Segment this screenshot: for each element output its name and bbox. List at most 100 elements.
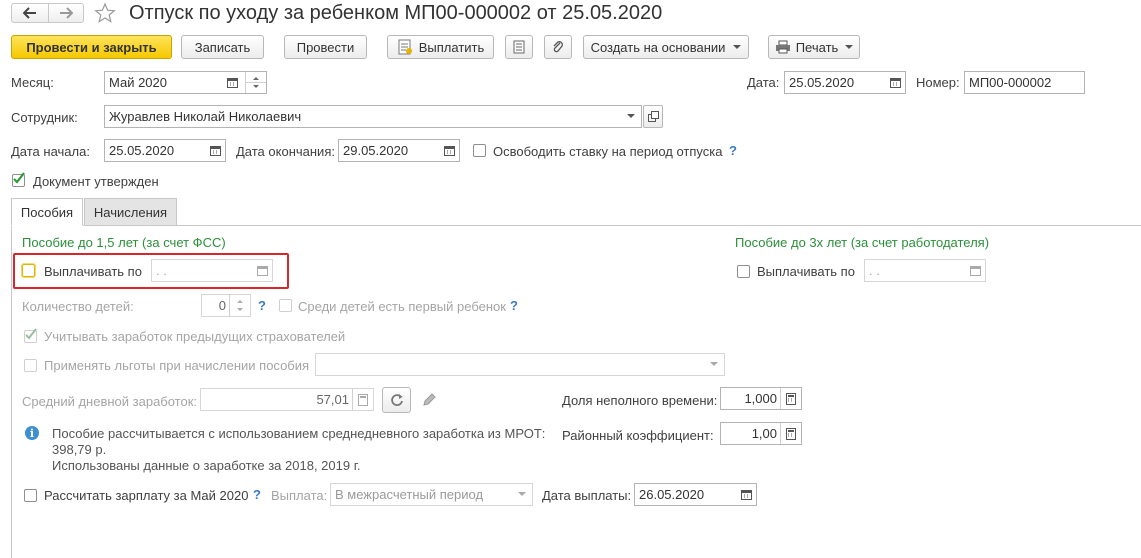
- report-button[interactable]: [505, 35, 533, 59]
- pay-until-checkbox[interactable]: [21, 263, 36, 278]
- pay-date-field[interactable]: 26.05.2020: [634, 483, 757, 506]
- employee-dropdown-button[interactable]: [621, 106, 641, 127]
- first-child-checkbox[interactable]: [279, 299, 292, 312]
- approved-label: Документ утвержден: [33, 174, 159, 189]
- month-field[interactable]: Май 2020: [104, 71, 267, 94]
- apply-benefits-label: Применять льготы при начислении пособия: [44, 358, 310, 373]
- print-button[interactable]: Печать: [768, 35, 860, 59]
- payout-value: В межрасчетный период: [335, 487, 484, 502]
- calendar-button[interactable]: [439, 140, 459, 161]
- pay-until-date-field[interactable]: . .: [151, 259, 273, 282]
- open-employee-button[interactable]: [643, 105, 663, 128]
- calculator-icon: [786, 427, 796, 440]
- calendar-icon: [226, 78, 238, 88]
- edit-pencil-button[interactable]: [421, 392, 437, 408]
- chevron-down-icon: [733, 45, 742, 49]
- apply-benefits-checkbox[interactable]: [24, 359, 37, 372]
- approved-checkbox[interactable]: [12, 172, 25, 187]
- employer-pay-until-date-field[interactable]: . .: [864, 259, 986, 282]
- pencil-icon: [423, 393, 436, 406]
- first-child-help-icon[interactable]: ?: [510, 298, 518, 313]
- part-time-field[interactable]: 1,000: [720, 387, 802, 410]
- number-value: МП00-000002: [969, 75, 1052, 90]
- avg-daily-earnings-label: Средний дневной заработок:: [22, 394, 198, 409]
- calendar-button[interactable]: [965, 260, 985, 281]
- info-text-line-2: 398,79 р.: [52, 442, 107, 457]
- previous-insurers-checkbox[interactable]: [24, 328, 37, 343]
- info-icon: i: [25, 426, 39, 440]
- calendar-button[interactable]: [222, 72, 242, 93]
- regional-coefficient-label: Районный коэффициент:: [562, 428, 714, 443]
- calendar-button[interactable]: [205, 140, 225, 161]
- forward-button[interactable]: [48, 3, 84, 23]
- calculator-button[interactable]: [780, 423, 801, 444]
- calendar-button[interactable]: [252, 260, 272, 281]
- number-label: Номер:: [916, 75, 960, 90]
- calc-salary-help-icon[interactable]: ?: [253, 487, 261, 502]
- tab-content-left-border: [11, 226, 12, 558]
- pay-button[interactable]: Выплатить: [387, 35, 494, 59]
- window-title: Отпуск по уходу за ребенком МП00-000002 …: [129, 2, 663, 24]
- checkmark-icon: [25, 328, 37, 340]
- checkmark-icon: [13, 172, 25, 184]
- regional-coefficient-field[interactable]: 1,00: [720, 422, 802, 445]
- calendar-button[interactable]: [736, 484, 756, 505]
- dropdown-button[interactable]: [512, 484, 532, 505]
- month-stepper[interactable]: [245, 72, 266, 93]
- tab-accruals[interactable]: Начисления: [84, 198, 177, 225]
- chevron-down-icon: [710, 362, 718, 366]
- attach-button[interactable]: [544, 35, 572, 59]
- dropdown-button[interactable]: [704, 354, 724, 375]
- calc-salary-checkbox[interactable]: [24, 489, 37, 502]
- release-rate-help-icon[interactable]: ?: [729, 143, 737, 158]
- employee-field[interactable]: Журавлев Николай Николаевич: [104, 105, 642, 128]
- release-rate-checkbox[interactable]: [473, 144, 486, 157]
- start-date-field[interactable]: 25.05.2020: [104, 139, 226, 162]
- children-count-field[interactable]: 0: [201, 294, 251, 317]
- stepper-icon: [237, 300, 243, 311]
- refresh-icon: [390, 394, 403, 406]
- calendar-button[interactable]: [885, 72, 905, 93]
- calendar-icon: [443, 146, 455, 156]
- printer-icon: [775, 40, 790, 54]
- avg-daily-earnings-field[interactable]: 57,01: [200, 388, 374, 411]
- apply-benefits-select[interactable]: [315, 353, 725, 376]
- employer-pay-until-date-value: . .: [869, 263, 880, 278]
- back-button[interactable]: [11, 3, 49, 23]
- create-based-on-button[interactable]: Создать на основании: [583, 35, 749, 59]
- post-and-close-button[interactable]: Провести и закрыть: [11, 35, 172, 59]
- end-date-field[interactable]: 29.05.2020: [338, 139, 460, 162]
- refresh-button[interactable]: [382, 387, 411, 413]
- calc-salary-label: Рассчитать зарплату за Май 2020: [44, 488, 249, 503]
- calendar-icon: [969, 266, 981, 276]
- calculator-button[interactable]: [352, 389, 373, 410]
- children-count-stepper[interactable]: [229, 295, 250, 316]
- date-field[interactable]: 25.05.2020: [784, 71, 906, 94]
- employer-pay-until-checkbox[interactable]: [737, 265, 750, 278]
- post-button[interactable]: Провести: [284, 35, 367, 59]
- calculator-icon: [786, 392, 796, 405]
- pay-date-label: Дата выплаты:: [542, 488, 632, 503]
- children-count-value: 0: [218, 298, 226, 313]
- info-text-line-3: Использованы данные о заработке за 2018,…: [52, 458, 361, 473]
- employee-label: Сотрудник:: [11, 110, 78, 125]
- children-count-help-icon[interactable]: ?: [258, 298, 266, 313]
- calculator-button[interactable]: [780, 388, 801, 409]
- favorite-star-button[interactable]: [94, 2, 116, 24]
- start-date-label: Дата начала:: [11, 144, 90, 159]
- part-time-value: 1,000: [744, 391, 777, 406]
- info-text-line-1: Пособие рассчитывается с использованием …: [52, 426, 546, 441]
- calendar-icon: [256, 266, 268, 276]
- date-value: 25.05.2020: [789, 75, 855, 90]
- release-rate-label: Освободить ставку на период отпуска: [493, 144, 723, 159]
- save-button[interactable]: Записать: [181, 35, 264, 59]
- create-based-on-label: Создать на основании: [590, 39, 726, 55]
- calculator-icon: [358, 393, 368, 406]
- tab-benefits[interactable]: Пособия: [11, 198, 83, 226]
- payout-select[interactable]: В межрасчетный период: [330, 483, 533, 506]
- calendar-icon: [889, 78, 901, 88]
- employer-benefit-heading: Пособие до 3х лет (за счет работодателя): [735, 235, 990, 250]
- fss-benefit-heading: Пособие до 1,5 лет (за счет ФСС): [22, 235, 226, 250]
- number-field[interactable]: МП00-000002: [964, 71, 1085, 94]
- pay-until-label: Выплачивать по: [44, 264, 142, 279]
